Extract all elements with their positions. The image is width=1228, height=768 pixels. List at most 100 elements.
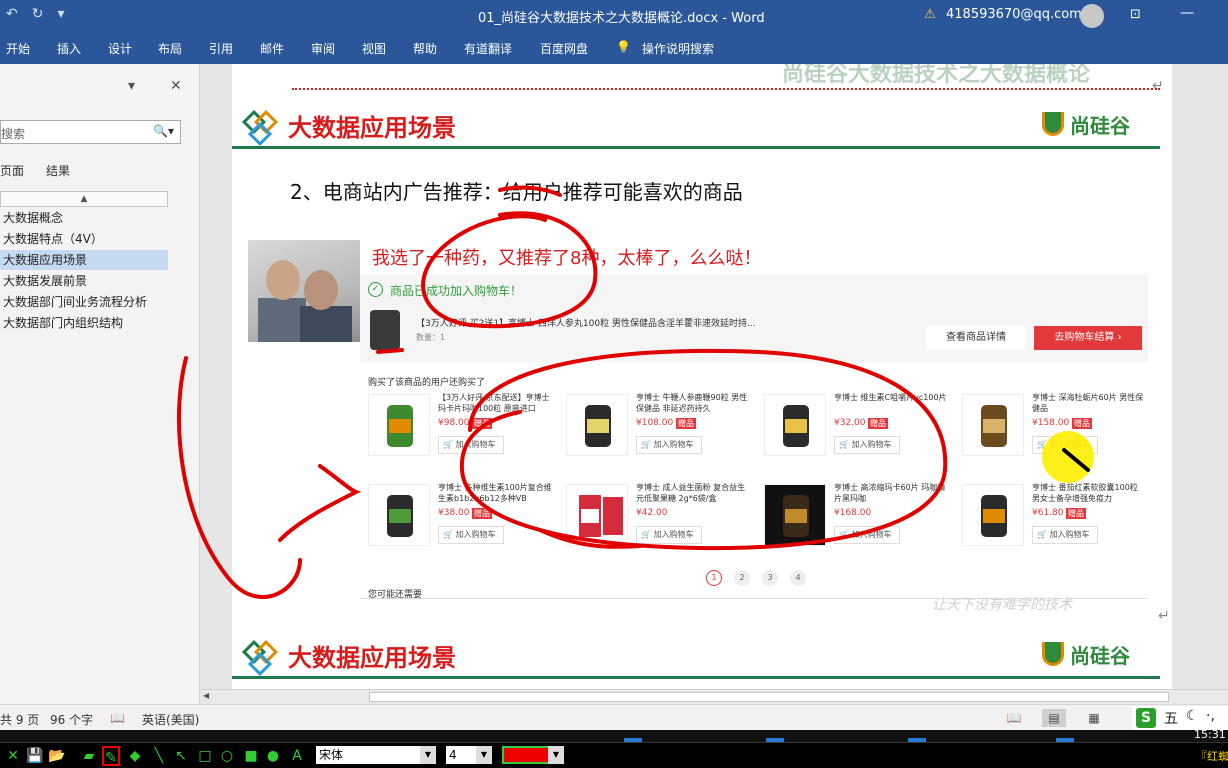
search-icon[interactable]: 🔍▾ bbox=[153, 124, 174, 138]
product-card[interactable]: 亨博士 番茄红素软胶囊100粒 男女士备孕增强免疫力 ¥61.80 赠品 🛒 加… bbox=[962, 482, 1152, 558]
tab-mailings[interactable]: 邮件 bbox=[260, 40, 284, 57]
product-card[interactable]: 亨博士 成人益生菌粉 复合益生元低聚果糖 2g*6袋/盒 ¥42.00 🛒 加入… bbox=[566, 482, 756, 558]
product-name[interactable]: 亨博士 番茄红素软胶囊100粒 男女士备孕增强免疫力 bbox=[1032, 482, 1148, 506]
product-name[interactable]: 亨博士 维生素C咀嚼片vc100片 bbox=[834, 392, 950, 416]
page-button[interactable]: 3 bbox=[762, 570, 778, 586]
product-card[interactable]: 【3万人好评 京东配送】亨博士玛卡片玛咖100粒 原装进口 ¥98.00 赠品 … bbox=[368, 392, 558, 468]
filled-rectangle-icon[interactable]: ■ bbox=[242, 746, 260, 766]
add-to-cart-button[interactable]: 🛒 加入购物车 bbox=[1032, 526, 1098, 544]
read-mode-icon[interactable]: 📖 bbox=[1002, 709, 1026, 727]
product-name[interactable]: 亨博士 深海牡蛎片60片 男性保健品 bbox=[1032, 392, 1148, 416]
undo-icon[interactable]: ↶ bbox=[6, 6, 18, 22]
heading-item[interactable]: 大数据部门内组织结构 bbox=[0, 313, 168, 333]
page-button[interactable]: 2 bbox=[734, 570, 750, 586]
add-to-cart-button[interactable]: 🛒 加入购物车 bbox=[438, 526, 504, 544]
customize-qat-icon[interactable]: ▾ bbox=[57, 6, 64, 22]
punctuation-icon[interactable]: ·, bbox=[1206, 708, 1215, 724]
ribbon-display-options-icon[interactable]: ⊡ bbox=[1130, 7, 1141, 22]
ellipse-icon[interactable]: ○ bbox=[218, 746, 236, 766]
chevron-down-icon[interactable]: ▼ bbox=[548, 746, 564, 764]
collapse-all-button[interactable]: ▲ bbox=[0, 191, 168, 207]
minimize-icon[interactable]: — bbox=[1180, 5, 1194, 21]
search-input[interactable]: 搜索 🔍▾ bbox=[0, 120, 181, 144]
tab-review[interactable]: 审阅 bbox=[311, 40, 335, 57]
sogou-ime-icon[interactable]: S bbox=[1136, 708, 1156, 728]
page-button[interactable]: 1 bbox=[706, 570, 722, 586]
pen-icon[interactable]: ✎ bbox=[102, 746, 120, 766]
product-name[interactable]: 亨博士 成人益生菌粉 复合益生元低聚果糖 2g*6袋/盒 bbox=[636, 482, 752, 506]
product-card[interactable]: 亨博士 牛鞭人参鹿鞭90粒 男性保健品 非延迟药持久 ¥108.00 赠品 🛒 … bbox=[566, 392, 756, 468]
warning-icon[interactable]: ⚠ bbox=[924, 7, 936, 22]
add-to-cart-button[interactable]: 🛒 加入购物车 bbox=[636, 436, 702, 454]
rectangle-icon[interactable]: □ bbox=[196, 746, 214, 766]
tab-home[interactable]: 开始 bbox=[6, 40, 30, 57]
tab-help[interactable]: 帮助 bbox=[413, 40, 437, 57]
chevron-down-icon[interactable]: ▼ bbox=[420, 746, 436, 764]
product-card[interactable]: 亨博士 深海牡蛎片60片 男性保健品 ¥158.00 赠品 🛒 加入购物车 bbox=[962, 392, 1152, 468]
heading-item[interactable]: 大数据部门间业务流程分析 bbox=[0, 292, 168, 312]
heading-item[interactable]: 大数据发展前景 bbox=[0, 271, 168, 291]
product-image[interactable] bbox=[962, 394, 1024, 456]
product-card[interactable]: 亨博士 多种维生素100片复合维生素b1b2b6b12多种VB ¥38.00 赠… bbox=[368, 482, 558, 558]
tell-me-search[interactable]: 操作说明搜索 bbox=[642, 40, 714, 57]
product-card[interactable]: 亨博士 高浓缩玛卡60片 玛咖精片黑玛咖 ¥168.00 🛒 加入购物车 bbox=[764, 482, 954, 558]
product-name[interactable]: 亨博士 多种维生素100片复合维生素b1b2b6b12多种VB bbox=[438, 482, 554, 506]
scroll-left-icon[interactable]: ◀ bbox=[203, 691, 209, 700]
add-to-cart-button[interactable]: 🛒 加入购物车 bbox=[1032, 436, 1098, 454]
add-to-cart-button[interactable]: 🛒 加入购物车 bbox=[834, 436, 900, 454]
filled-ellipse-icon[interactable]: ● bbox=[264, 746, 282, 766]
pane-options-icon[interactable]: ▾ bbox=[128, 78, 135, 94]
open-icon[interactable]: 📂 bbox=[48, 746, 66, 766]
product-name[interactable]: 亨博士 高浓缩玛卡60片 玛咖精片黑玛咖 bbox=[834, 482, 950, 506]
view-detail-button[interactable]: 查看商品详情 bbox=[926, 326, 1026, 350]
language-indicator[interactable]: 英语(美国) bbox=[142, 711, 199, 728]
tab-references[interactable]: 引用 bbox=[209, 40, 233, 57]
page-button[interactable]: 4 bbox=[790, 570, 806, 586]
scrollbar-thumb[interactable] bbox=[369, 692, 1169, 702]
text-icon[interactable]: A bbox=[288, 746, 306, 766]
avatar[interactable] bbox=[1080, 4, 1104, 28]
heading-item[interactable]: 大数据特点（4V） bbox=[0, 229, 168, 249]
checkout-button[interactable]: 去购物车结算 › bbox=[1034, 326, 1142, 350]
tab-pages[interactable]: 页面 bbox=[0, 162, 24, 179]
document-area[interactable]: 尚硅谷大数据技术之大数据概论 ↵ 大数据应用场景 尚硅谷 2、电商站内广告推荐：… bbox=[201, 64, 1228, 689]
product-image[interactable] bbox=[764, 394, 826, 456]
product-image[interactable] bbox=[566, 394, 628, 456]
product-image[interactable] bbox=[566, 484, 628, 546]
tab-view[interactable]: 视图 bbox=[362, 40, 386, 57]
tab-baidu-netdisk[interactable]: 百度网盘 bbox=[540, 40, 588, 57]
close-icon[interactable]: ✕ bbox=[4, 746, 22, 766]
redo-icon[interactable]: ↻ bbox=[32, 6, 44, 22]
product-image[interactable] bbox=[962, 484, 1024, 546]
eraser-icon[interactable]: ▰ bbox=[80, 746, 98, 766]
web-layout-icon[interactable]: ▦ bbox=[1082, 709, 1106, 727]
print-layout-icon[interactable]: ▤ bbox=[1042, 709, 1066, 727]
add-to-cart-button[interactable]: 🛒 加入购物车 bbox=[438, 436, 504, 454]
document-page[interactable]: 尚硅谷大数据技术之大数据概论 ↵ 大数据应用场景 尚硅谷 2、电商站内广告推荐：… bbox=[232, 64, 1172, 689]
close-icon[interactable]: ✕ bbox=[170, 78, 182, 94]
tab-youdao[interactable]: 有道翻译 bbox=[464, 40, 512, 57]
product-image[interactable] bbox=[764, 484, 826, 546]
word-count[interactable]: 96 个字 bbox=[50, 711, 93, 728]
heading-item[interactable]: 大数据概念 bbox=[0, 208, 168, 228]
tab-results[interactable]: 结果 bbox=[46, 162, 70, 179]
proofing-icon[interactable]: 📖 bbox=[110, 711, 125, 725]
color-select[interactable]: ▼ bbox=[502, 746, 564, 764]
size-select[interactable]: 4 ▼ bbox=[446, 746, 492, 764]
add-to-cart-button[interactable]: 🛒 加入购物车 bbox=[834, 526, 900, 544]
line-icon[interactable]: ╲ bbox=[150, 746, 168, 766]
save-icon[interactable]: 💾 bbox=[26, 746, 44, 766]
page-count[interactable]: 共 9 页 bbox=[0, 711, 39, 728]
fill-icon[interactable]: ◆ bbox=[126, 746, 144, 766]
chevron-down-icon[interactable]: ▼ bbox=[476, 746, 492, 764]
font-select[interactable]: 宋体 ▼ bbox=[316, 746, 436, 764]
product-card[interactable]: 亨博士 维生素C咀嚼片vc100片 ¥32.00 赠品 🛒 加入购物车 bbox=[764, 392, 954, 468]
arrow-icon[interactable]: ↖ bbox=[172, 746, 190, 766]
heading-item-active[interactable]: 大数据应用场景 bbox=[0, 250, 168, 270]
tab-insert[interactable]: 插入 bbox=[57, 40, 81, 57]
ime-mode[interactable]: 五 bbox=[1164, 708, 1178, 728]
account-name[interactable]: 418593670@qq.com bbox=[946, 7, 1082, 22]
add-to-cart-button[interactable]: 🛒 加入购物车 bbox=[636, 526, 702, 544]
product-image[interactable] bbox=[368, 394, 430, 456]
tab-layout[interactable]: 布局 bbox=[158, 40, 182, 57]
